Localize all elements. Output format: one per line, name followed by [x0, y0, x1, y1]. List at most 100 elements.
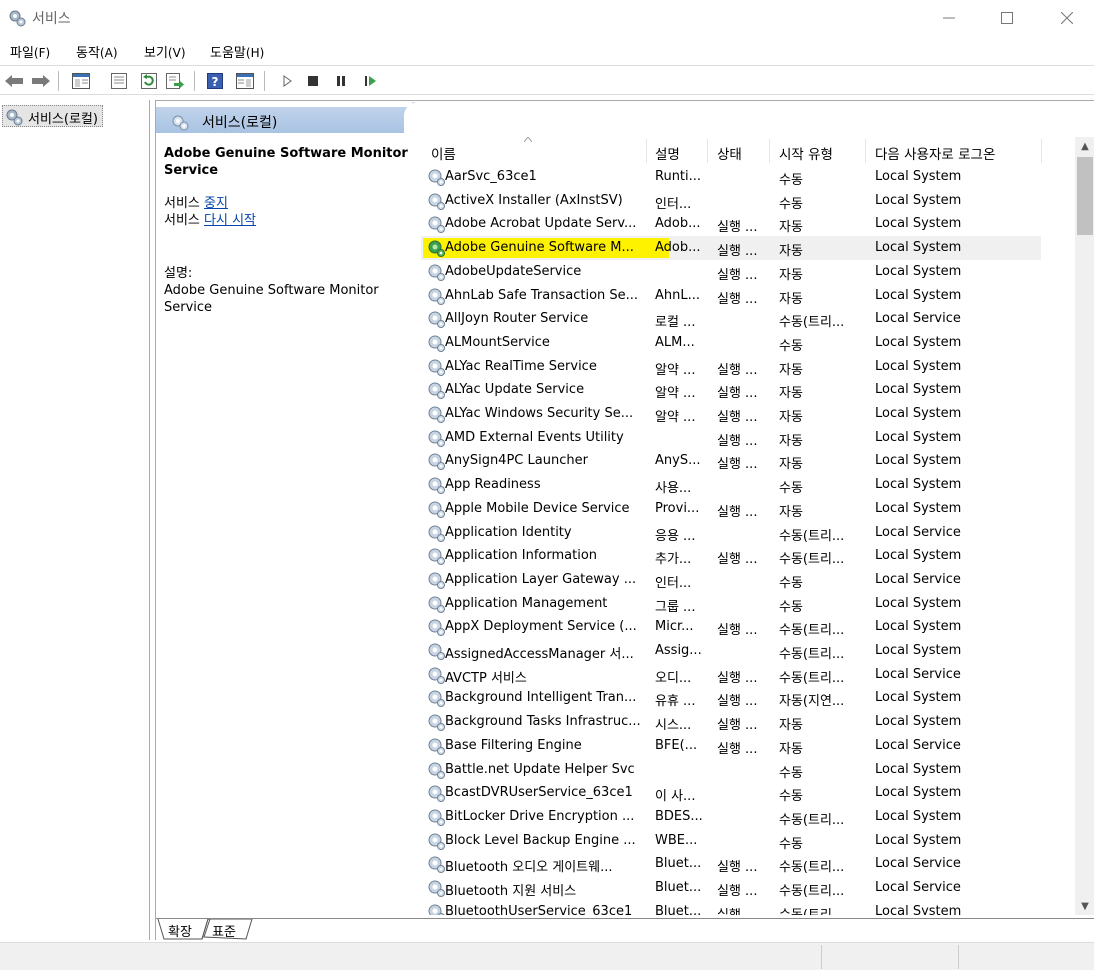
restart-service-link[interactable]: 다시 시작 [204, 213, 256, 228]
service-gear-icon [428, 311, 445, 329]
service-description: Bluet... [655, 903, 702, 915]
service-gear-icon [428, 762, 445, 779]
table-row[interactable]: Block Level Backup Engine ... WBE... 수동 Loc… [421, 829, 1041, 853]
table-row[interactable]: BitLocker Drive Encryption ... BDES... 수동(… [421, 805, 1041, 829]
service-startup-type: 수동(트리... [779, 315, 845, 331]
toolbar-separator [58, 71, 59, 91]
table-row[interactable]: AllJoyn Router Service 로컬 ... 수동(트리... Loca… [421, 307, 1041, 331]
restart-service-button[interactable] [360, 70, 382, 92]
service-status: 실행 ... [717, 718, 758, 734]
table-row[interactable]: ActiveX Installer (AxInstSV) 인터... 수동 Local… [421, 189, 1041, 213]
service-startup-type: 자동 [779, 433, 803, 449]
maximize-button[interactable] [984, 0, 1030, 36]
menu-file[interactable]: 파일(F) [10, 42, 50, 61]
service-details-panel: Adobe Genuine Software Monitor Service 서… [164, 145, 416, 316]
column-header-status[interactable]: 상태 [717, 143, 742, 163]
table-row[interactable]: Bluetooth 지원 서비스 Bluet... 실행 ... 수동(트리... Lo… [421, 876, 1041, 900]
service-log-on-as: Local System [875, 169, 962, 184]
table-row[interactable]: AhnLab Safe Transaction Se... AhnL... 실행 .… [421, 284, 1041, 308]
menu-help[interactable]: 도움말(H) [210, 42, 264, 61]
table-row[interactable]: ALYac Update Service 알약 ... 실행 ... 자동 Local … [421, 378, 1041, 402]
tab-standard[interactable]: 표준 [212, 921, 236, 940]
table-row[interactable]: Background Tasks Infrastruc... 시스... 실행 ..… [421, 710, 1041, 734]
service-gear-icon [428, 856, 445, 874]
export-list-button[interactable] [164, 70, 186, 92]
table-row[interactable]: ALYac RealTime Service 알약 ... 실행 ... 자동 Loca… [421, 355, 1041, 379]
back-button[interactable] [3, 70, 25, 92]
menu-action[interactable]: 동작(A) [76, 42, 118, 61]
close-button[interactable] [1044, 0, 1090, 36]
start-service-button[interactable] [276, 70, 298, 92]
service-startup-type: 자동 [779, 244, 803, 260]
table-row[interactable]: Application Identity 응용 ... 수동(트리... Local … [421, 521, 1041, 545]
table-row[interactable]: ALYac Windows Security Se... 알약 ... 실행 ...… [421, 402, 1041, 426]
table-row[interactable]: Background Intelligent Tran... 유휴 ... 실행 .… [421, 686, 1041, 710]
service-status: 실행 ... [717, 220, 758, 236]
service-startup-type: 자동 [779, 362, 803, 378]
table-row[interactable]: Application Layer Gateway ... 인터... 수동 Loca… [421, 568, 1041, 592]
service-startup-type: 자동 [779, 267, 803, 283]
table-row[interactable]: BluetoothUserService_63ce1 Bluet... 실행 ...… [421, 900, 1041, 915]
scrollbar-thumb[interactable] [1077, 157, 1093, 235]
table-row[interactable]: ALMountService ALM... 수동 Local System [421, 331, 1041, 355]
table-row[interactable]: Application Management 그룹 ... 수동 Local Syst… [421, 592, 1041, 616]
service-name: Battle.net Update Helper Svc [445, 761, 635, 777]
table-row[interactable]: AarSvc_63ce1 Runti... 수동 Local System [421, 165, 1041, 189]
service-gear-icon [428, 643, 445, 660]
service-status: 실행 ... [717, 410, 758, 425]
vertical-scrollbar[interactable]: ▲ ▼ [1075, 137, 1094, 915]
table-row[interactable]: Base Filtering Engine BFE(... 실행 ... 자동 Loca… [421, 734, 1041, 758]
scroll-down-arrow-icon[interactable]: ▼ [1075, 897, 1094, 915]
service-gear-icon [428, 880, 445, 897]
service-log-on-as: Local System [875, 406, 962, 421]
service-startup-type: 수동(트리... [779, 812, 845, 828]
menu-view[interactable]: 보기(V) [144, 42, 186, 61]
table-row[interactable]: AppX Deployment Service (... Micr... 실행 ..… [421, 615, 1041, 639]
refresh-button[interactable] [138, 70, 160, 92]
scroll-up-arrow-icon[interactable]: ▲ [1075, 137, 1094, 155]
show-hide-console-tree-button[interactable] [70, 70, 92, 92]
tab-extended[interactable]: 확장 [168, 921, 192, 940]
service-gear-icon [428, 525, 445, 542]
column-header-name[interactable]: 이름 [431, 143, 456, 163]
menu-view-accel: (V) [167, 46, 186, 60]
service-gear-icon [428, 548, 445, 566]
service-description: Adob... [655, 216, 701, 232]
toolbar-separator [264, 71, 265, 91]
table-row[interactable]: Adobe Acrobat Update Serv... Adob... 실행 ..… [421, 212, 1041, 236]
service-status: 실행 ... [717, 457, 758, 473]
table-row[interactable]: App Readiness 사용... 수동 Local System [421, 473, 1041, 497]
table-row[interactable]: Apple Mobile Device Service Provi... 실행 ..… [421, 497, 1041, 521]
service-name: Application Identity [445, 524, 572, 540]
stop-service-button[interactable] [302, 70, 324, 92]
table-row[interactable]: AssignedAccessManager 서... Assig... 수동(트리.… [421, 639, 1041, 663]
column-header-description[interactable]: 설명 [655, 143, 680, 163]
service-startup-type: 수동 [779, 599, 803, 615]
service-startup-type: 자동 [779, 718, 803, 734]
service-status: 실행 ... [717, 694, 758, 710]
table-row[interactable]: AVCTP 서비스 오디... 실행 ... 수동(트리... Local Servic… [421, 663, 1041, 687]
stop-service-link[interactable]: 중지 [204, 196, 228, 211]
column-header-log-on-as[interactable]: 다음 사용자로 로그온 [875, 143, 995, 163]
help-button[interactable]: ? [204, 70, 226, 92]
pause-service-button[interactable] [330, 70, 352, 92]
column-header-startup-type[interactable]: 시작 유형 [779, 143, 833, 163]
table-row[interactable]: BcastDVRUserService_63ce1 이 사... 수동 Local S… [421, 781, 1041, 805]
properties-button[interactable] [108, 70, 130, 92]
table-row[interactable]: AnySign4PC Launcher AnyS... 실행 ... 자동 Local … [421, 449, 1041, 473]
table-row[interactable]: Bluetooth 오디오 게이트웨... Bluet... 실행 ... 수동(트리… [421, 852, 1041, 876]
description-text: Adobe Genuine Software Monitor Service [164, 283, 379, 315]
table-row[interactable]: AMD External Events Utility 실행 ... 자동 Local… [421, 426, 1041, 450]
table-row[interactable]: AdobeUpdateService 실행 ... 자동 Local System [421, 260, 1041, 284]
show-hide-action-pane-button[interactable] [234, 70, 256, 92]
table-row[interactable]: Adobe Genuine Software M... Adob... 실행 ...… [421, 236, 1041, 260]
service-startup-type: 수동(트리... [779, 670, 845, 686]
tree-item-services-local[interactable]: 서비스(로컬) [2, 105, 103, 127]
service-description: Runti... [655, 169, 702, 184]
forward-button[interactable] [30, 70, 52, 92]
table-row[interactable]: Application Information 추가... 실행 ... 수동(트리.… [421, 544, 1041, 568]
minimize-button[interactable] [926, 0, 972, 36]
svg-text:?: ? [212, 75, 219, 89]
table-row[interactable]: Battle.net Update Helper Svc 수동 Local Syst… [421, 758, 1041, 782]
service-gear-icon [428, 501, 445, 518]
